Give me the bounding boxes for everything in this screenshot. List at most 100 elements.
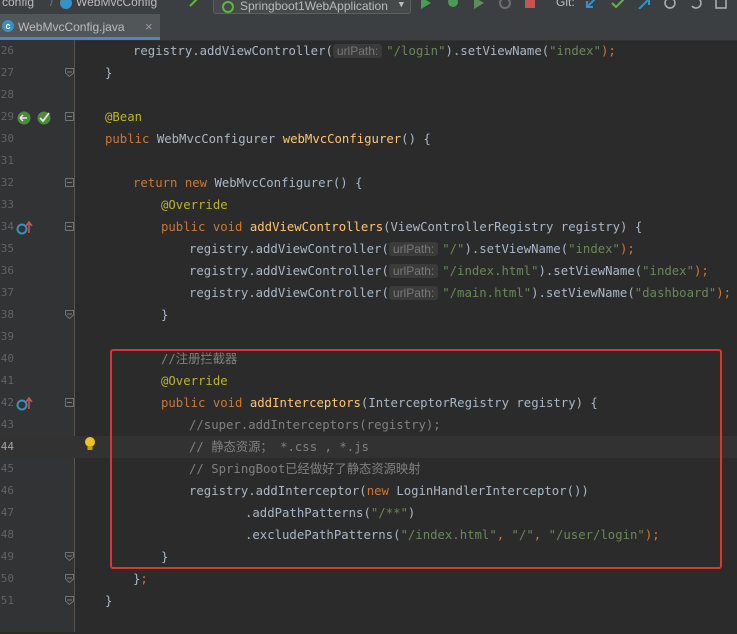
code-text[interactable]: }: [161, 549, 168, 565]
build-hammer-icon[interactable]: [188, 0, 202, 11]
line-number: 51: [0, 595, 14, 607]
spring-bean-icon[interactable]: [36, 110, 54, 129]
code-text[interactable]: public void addInterceptors(InterceptorR…: [161, 395, 598, 411]
code-text[interactable]: .addPathPatterns("/**"): [245, 505, 415, 521]
vcs-push-icon[interactable]: [637, 0, 651, 13]
parameter-hint: urlPath:: [388, 264, 439, 278]
stop-icon[interactable]: [524, 0, 536, 13]
code-line[interactable]: [0, 612, 737, 634]
code-line[interactable]: 45 // SpringBoot已经做好了静态资源映射: [0, 458, 737, 480]
breadcrumb-separator: /: [50, 0, 54, 9]
line-number: 30: [0, 133, 14, 145]
code-text[interactable]: .excludePathPatterns("/index.html", "/",…: [245, 527, 660, 543]
code-text[interactable]: }: [105, 65, 112, 81]
spring-bean-navigate-icon[interactable]: [16, 110, 32, 129]
code-line[interactable]: 48 .excludePathPatterns("/index.html", "…: [0, 524, 737, 546]
code-line[interactable]: 47 .addPathPatterns("/**"): [0, 502, 737, 524]
code-line[interactable]: 35 registry.addViewController(urlPath: "/…: [0, 238, 737, 260]
code-text[interactable]: public WebMvcConfigurer webMvcConfigurer…: [105, 131, 431, 147]
fold-end-marker[interactable]: [65, 68, 74, 77]
fold-marker[interactable]: [65, 222, 74, 231]
structure-icon[interactable]: [715, 0, 729, 13]
vcs-update-icon[interactable]: [585, 0, 599, 13]
code-line[interactable]: 38 }: [0, 304, 737, 326]
tab-webmvcconfig[interactable]: c WebMvcConfig.java ×: [0, 14, 160, 40]
code-line[interactable]: 33 @Override: [0, 194, 737, 216]
run-configuration-select[interactable]: Springboot1WebApplication ▼: [213, 0, 411, 14]
code-text[interactable]: registry.addViewController(urlPath: "/ind…: [189, 263, 709, 279]
code-line[interactable]: 50 };: [0, 568, 737, 590]
code-text[interactable]: // 静态资源； *.css , *.js: [189, 439, 369, 455]
code-line[interactable]: 43 //super.addInterceptors(registry);: [0, 414, 737, 436]
code-line[interactable]: 29 @Bean: [0, 106, 737, 128]
fold-end-marker[interactable]: [65, 310, 74, 319]
code-line-current[interactable]: 44 // 静态资源； *.css , *.js: [0, 436, 737, 458]
line-number: 35: [0, 243, 14, 255]
line-number: 38: [0, 309, 14, 321]
line-number: 26: [0, 45, 14, 57]
fold-end-marker[interactable]: [65, 596, 74, 605]
code-line[interactable]: 32 return new WebMvcConfigurer() {: [0, 172, 737, 194]
code-line[interactable]: 36 registry.addViewController(urlPath: "/…: [0, 260, 737, 282]
code-text[interactable]: @Override: [161, 373, 228, 389]
tab-label: WebMvcConfig.java: [18, 20, 125, 34]
run-icon[interactable]: [420, 0, 432, 13]
code-line[interactable]: 28: [0, 84, 737, 106]
chevron-down-icon: ▼: [398, 0, 404, 10]
code-line[interactable]: 46 registry.addInterceptor(new LoginHand…: [0, 480, 737, 502]
code-line[interactable]: 41 @Override: [0, 370, 737, 392]
code-text[interactable]: //super.addInterceptors(registry);: [189, 417, 441, 433]
parameter-hint: urlPath:: [388, 286, 439, 300]
code-line[interactable]: 26 registry.addViewController(urlPath: "/…: [0, 40, 737, 62]
run-configuration-label: Springboot1WebApplication: [240, 0, 388, 13]
code-text[interactable]: // SpringBoot已经做好了静态资源映射: [189, 461, 421, 477]
code-text[interactable]: };: [133, 571, 148, 587]
code-line[interactable]: 40 //注册拦截器: [0, 348, 737, 370]
code-line[interactable]: 51 }: [0, 590, 737, 612]
line-number: 43: [0, 419, 14, 431]
fold-marker[interactable]: [65, 112, 74, 121]
breadcrumb-file[interactable]: WebMvcConfig: [76, 0, 157, 9]
line-number: 49: [0, 551, 14, 563]
code-line[interactable]: 27 }: [0, 62, 737, 84]
close-icon[interactable]: ×: [145, 19, 153, 34]
vcs-history-icon[interactable]: [663, 0, 677, 13]
intention-lightbulb-icon[interactable]: [83, 436, 97, 452]
line-number: 34: [0, 221, 14, 233]
spring-boot-icon: [222, 0, 234, 14]
code-line[interactable]: 37 registry.addViewController(urlPath: "/…: [0, 282, 737, 304]
override-method-icon[interactable]: [16, 396, 34, 415]
vcs-commit-icon[interactable]: [611, 0, 625, 13]
fold-marker[interactable]: [65, 398, 74, 407]
line-number: 39: [0, 331, 14, 343]
debug-icon[interactable]: [446, 0, 460, 13]
code-line[interactable]: 30 public WebMvcConfigurer webMvcConfigu…: [0, 128, 737, 150]
code-line[interactable]: 42 public void addInterceptors(Intercept…: [0, 392, 737, 414]
code-text[interactable]: public void addViewControllers(ViewContr…: [161, 219, 642, 235]
fold-end-marker[interactable]: [65, 574, 74, 583]
code-line[interactable]: 34 public void addViewControllers(ViewCo…: [0, 216, 737, 238]
vcs-rollback-icon[interactable]: [689, 0, 703, 13]
code-text[interactable]: }: [105, 593, 112, 609]
breadcrumb-project[interactable]: config: [2, 0, 34, 9]
line-number: 37: [0, 287, 14, 299]
line-number: 47: [0, 507, 14, 519]
code-line[interactable]: 39: [0, 326, 737, 348]
code-text[interactable]: @Bean: [105, 109, 142, 125]
code-text[interactable]: registry.addViewController(urlPath: "/").…: [189, 241, 635, 257]
code-text[interactable]: //注册拦截器: [161, 351, 237, 367]
code-text[interactable]: @Override: [161, 197, 228, 213]
code-line[interactable]: 49 }: [0, 546, 737, 568]
fold-end-marker[interactable]: [65, 552, 74, 561]
code-text[interactable]: registry.addInterceptor(new LoginHandler…: [189, 483, 589, 499]
profile-icon[interactable]: [498, 0, 512, 13]
code-text[interactable]: return new WebMvcConfigurer() {: [133, 175, 363, 191]
code-text[interactable]: }: [161, 307, 168, 323]
code-text[interactable]: registry.addViewController(urlPath: "/mai…: [189, 285, 731, 301]
line-number: 29: [0, 111, 14, 123]
override-method-icon[interactable]: [16, 220, 34, 239]
fold-marker[interactable]: [65, 178, 74, 187]
code-line[interactable]: 31: [0, 150, 737, 172]
coverage-icon[interactable]: [472, 0, 486, 13]
code-text[interactable]: registry.addViewController(urlPath: "/log…: [133, 43, 616, 59]
